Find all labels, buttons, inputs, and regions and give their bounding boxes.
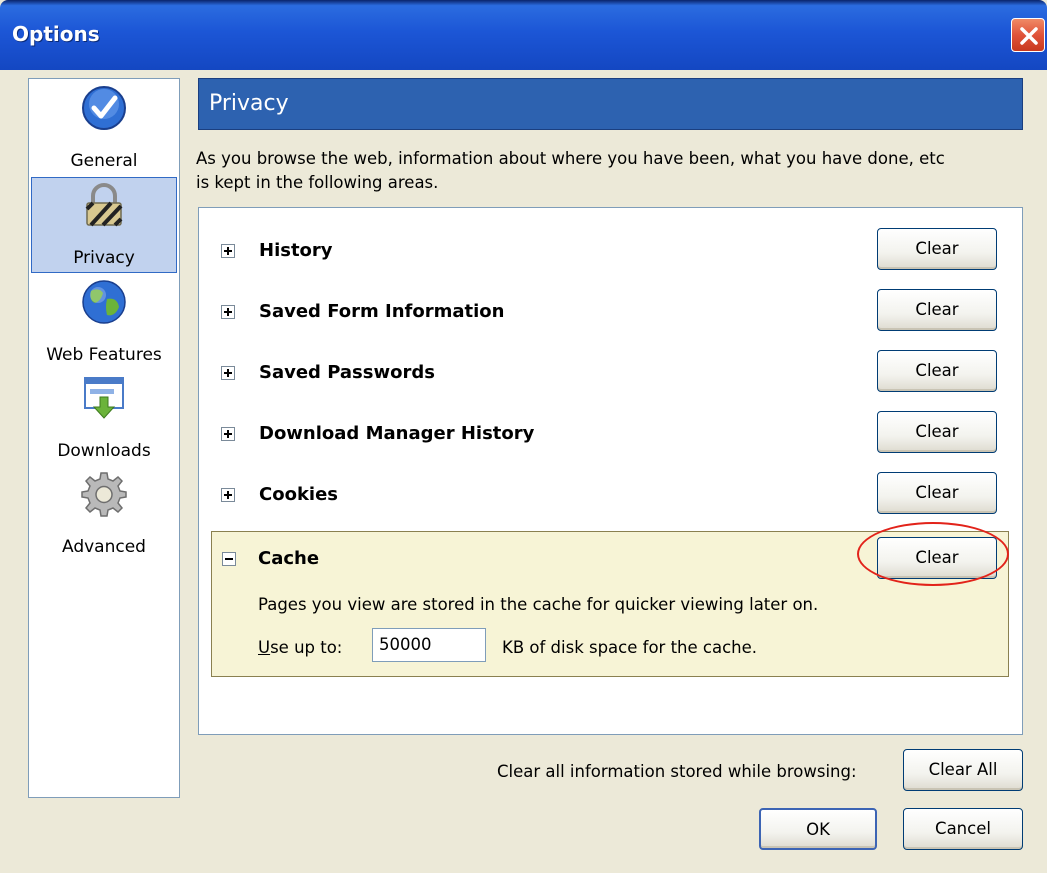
sidebar-item-label: Downloads [57, 441, 151, 461]
access-key: U [258, 638, 271, 657]
item-label[interactable]: Saved Passwords [259, 362, 435, 383]
sidebar-item-general[interactable]: General [31, 81, 177, 177]
cache-size-input[interactable]: 50000 [372, 628, 486, 662]
cache-description: Pages you view are stored in the cache f… [258, 595, 819, 614]
item-label[interactable]: History [259, 240, 333, 261]
checkmark-icon [82, 86, 126, 130]
privacy-items-list: History Clear Saved Form Information Cle… [198, 207, 1023, 735]
item-label[interactable]: Cache [258, 548, 319, 569]
section-title: Privacy [209, 91, 289, 116]
globe-icon [82, 280, 126, 324]
expand-icon[interactable] [221, 305, 235, 319]
collapse-icon[interactable] [222, 552, 236, 566]
clear-form-information-button[interactable]: Clear [877, 289, 997, 331]
highlight-circle [857, 522, 1009, 586]
window-title: Options [12, 22, 100, 46]
sidebar-item-web-features[interactable]: Web Features [31, 275, 177, 371]
clear-download-history-button[interactable]: Clear [877, 411, 997, 453]
use-up-to-label: Use up to: [258, 638, 342, 657]
section-header: Privacy [198, 78, 1023, 130]
list-item-history: History Clear [199, 224, 1022, 284]
list-item-cookies: Cookies Clear [199, 468, 1022, 528]
item-label[interactable]: Cookies [259, 484, 338, 505]
expand-icon[interactable] [221, 244, 235, 258]
clear-all-button[interactable]: Clear All [903, 749, 1023, 791]
ok-button[interactable]: OK [759, 808, 877, 850]
list-item-download-manager-history: Download Manager History Clear [199, 407, 1022, 467]
expand-icon[interactable] [221, 488, 235, 502]
sidebar-item-label: Advanced [62, 537, 146, 557]
sidebar-item-label: Web Features [46, 345, 162, 365]
close-icon [1020, 27, 1038, 45]
category-sidebar: General Privacy Web Features Downloads A… [28, 78, 180, 798]
title-bar[interactable]: Options [0, 0, 1047, 70]
list-item-cache-expanded: Cache Clear Pages you view are stored in… [211, 522, 1009, 677]
sidebar-item-label: General [70, 151, 138, 171]
sidebar-item-advanced[interactable]: Advanced [31, 467, 177, 563]
label-text: se up to: [270, 638, 343, 657]
clear-history-button[interactable]: Clear [877, 228, 997, 270]
item-label[interactable]: Download Manager History [259, 423, 534, 444]
expand-icon[interactable] [221, 427, 235, 441]
list-item-saved-passwords: Saved Passwords Clear [199, 346, 1022, 406]
clear-all-label: Clear all information stored while brows… [497, 762, 857, 781]
description-line: is kept in the following areas. [196, 173, 439, 192]
sidebar-item-label: Privacy [73, 248, 135, 268]
cache-size-unit-label: KB of disk space for the cache. [502, 638, 758, 657]
close-button[interactable] [1011, 18, 1045, 52]
download-window-icon [84, 377, 124, 419]
item-label[interactable]: Saved Form Information [259, 301, 504, 322]
sidebar-item-privacy[interactable]: Privacy [31, 177, 177, 273]
description-line: As you browse the web, information about… [196, 149, 945, 168]
list-item-saved-form-information: Saved Form Information Clear [199, 285, 1022, 345]
gear-icon [81, 472, 127, 517]
clear-cookies-button[interactable]: Clear [877, 472, 997, 514]
sidebar-item-downloads[interactable]: Downloads [31, 371, 177, 467]
padlock-icon [85, 183, 123, 227]
cancel-button[interactable]: Cancel [903, 808, 1023, 850]
section-description: As you browse the web, information about… [196, 147, 1036, 195]
expand-icon[interactable] [221, 366, 235, 380]
clear-passwords-button[interactable]: Clear [877, 350, 997, 392]
